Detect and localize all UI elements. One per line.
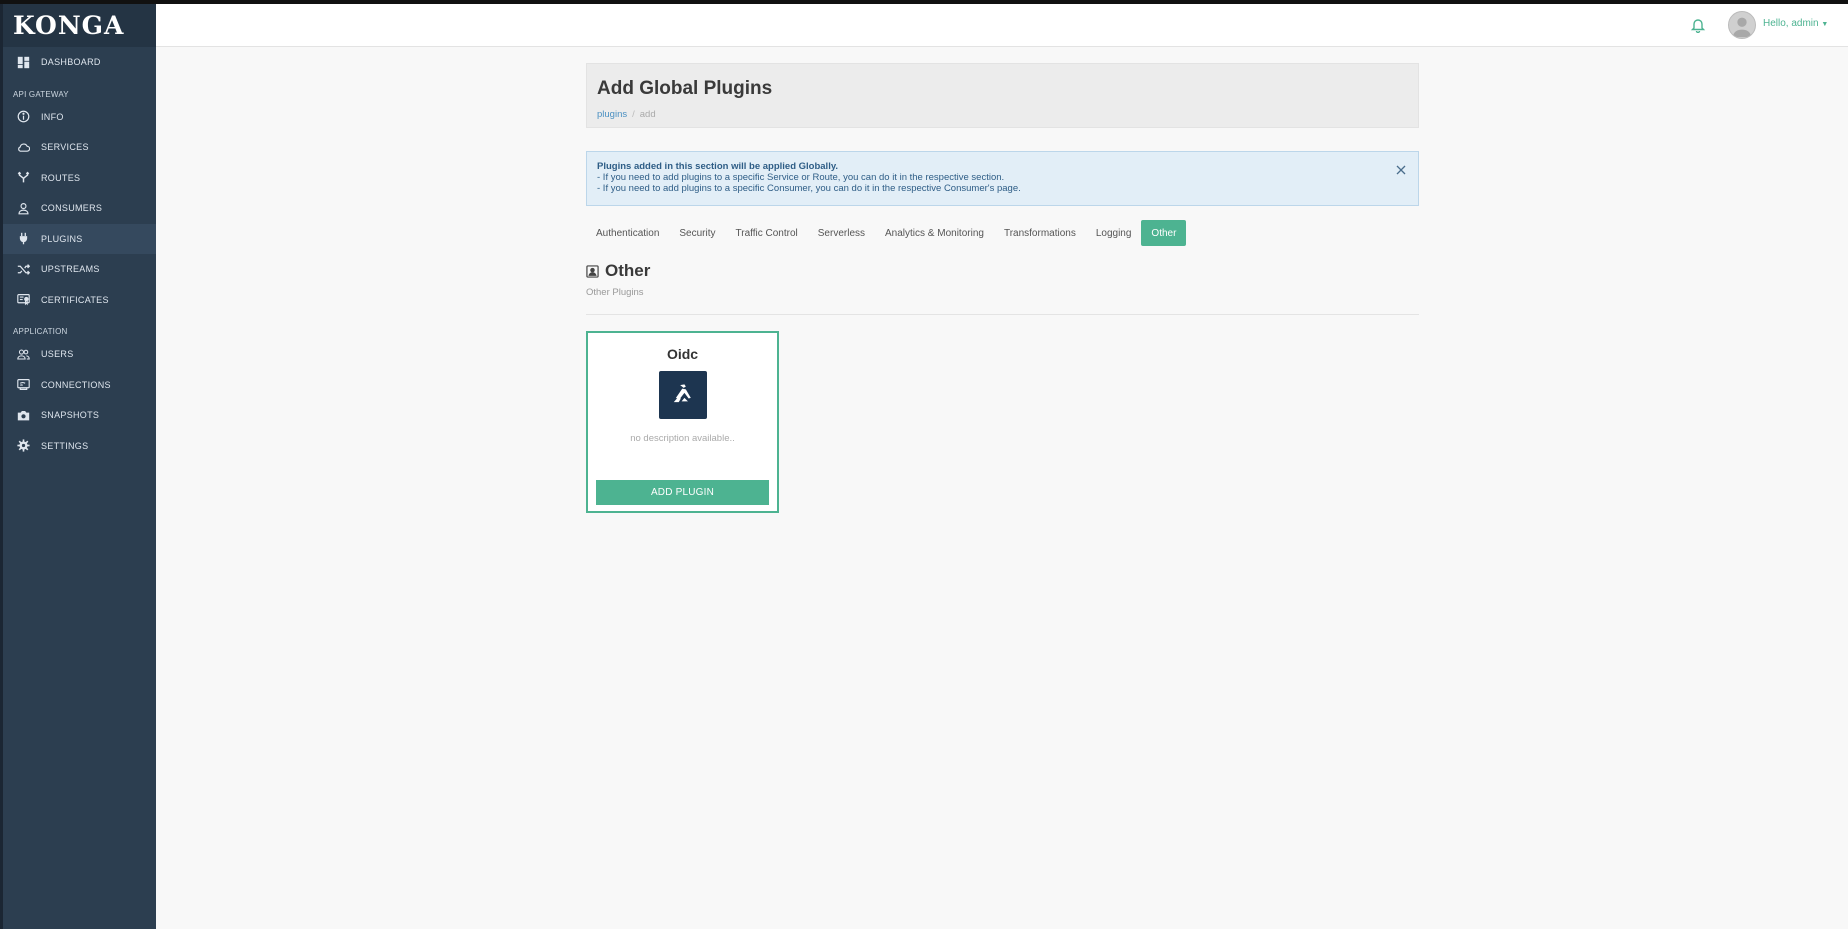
breadcrumb-link-plugins[interactable]: plugins bbox=[597, 109, 627, 120]
tab-serverless[interactable]: Serverless bbox=[808, 220, 875, 246]
page-header: Add Global Plugins plugins / add bbox=[586, 63, 1419, 128]
cloud-icon bbox=[15, 139, 31, 155]
sidebar-item-label: UPSTREAMS bbox=[41, 264, 100, 275]
contact-card-icon bbox=[586, 264, 599, 278]
alert-line: - If you need to add plugins to a specif… bbox=[597, 183, 1021, 194]
sidebar-section-api-gateway: API GATEWAY bbox=[13, 89, 69, 99]
camera-icon bbox=[15, 407, 31, 423]
page-title: Add Global Plugins bbox=[597, 78, 773, 99]
gear-icon bbox=[15, 438, 31, 454]
tab-other[interactable]: Other bbox=[1141, 220, 1187, 246]
sidebar-item-dashboard[interactable]: DASHBOARD bbox=[3, 47, 156, 78]
konga-logo[interactable]: KONGA bbox=[13, 11, 124, 40]
sidebar-item-routes[interactable]: ROUTES bbox=[3, 163, 156, 194]
plugin-name: Oidc bbox=[666, 346, 699, 362]
plugin-card: Oidc no description available.. ADD PLUG… bbox=[586, 331, 779, 513]
sidebar-item-certificates[interactable]: CERTIFICATES bbox=[3, 285, 156, 316]
sidebar-item-label: CONNECTIONS bbox=[41, 379, 111, 390]
sidebar-item-services[interactable]: SERVICES bbox=[3, 132, 156, 163]
sidebar-item-label: CERTIFICATES bbox=[41, 294, 109, 305]
divider bbox=[586, 314, 1419, 315]
sidebar-item-label: ROUTES bbox=[41, 172, 81, 183]
plugin-description: no description available.. bbox=[630, 433, 735, 444]
certificate-icon bbox=[15, 292, 31, 308]
info-alert: Plugins added in this section will be ap… bbox=[586, 151, 1419, 206]
section-heading: Other bbox=[586, 261, 650, 281]
user-icon bbox=[15, 200, 31, 216]
sidebar-item-label: CONSUMERS bbox=[41, 203, 103, 214]
kong-logo-icon bbox=[658, 371, 707, 419]
main-content: Add Global Plugins plugins / add Plugins a… bbox=[156, 47, 1848, 929]
alert-line: - If you need to add plugins to a specif… bbox=[597, 172, 1005, 183]
sidebar-item-connections[interactable]: CONNECTIONS bbox=[3, 370, 156, 401]
tab-logging[interactable]: Logging bbox=[1086, 220, 1142, 246]
breadcrumb-current: add bbox=[639, 109, 656, 120]
users-icon bbox=[15, 346, 31, 362]
info-icon bbox=[15, 109, 31, 125]
tab-traffic-control[interactable]: Traffic Control bbox=[726, 220, 808, 246]
user-menu-toggle[interactable]: Hello, admin ▼ bbox=[1763, 18, 1828, 29]
sidebar-item-label: USERS bbox=[41, 349, 74, 360]
add-plugin-button[interactable]: ADD PLUGIN bbox=[596, 480, 769, 505]
breadcrumb-separator: / bbox=[632, 109, 635, 120]
breadcrumb: plugins / add bbox=[597, 109, 1408, 120]
sidebar-item-label: SERVICES bbox=[41, 142, 89, 153]
sidebar-item-info[interactable]: INFO bbox=[3, 102, 156, 133]
close-icon[interactable] bbox=[1396, 165, 1406, 175]
sidebar-item-plugins[interactable]: PLUGINS bbox=[3, 223, 156, 254]
tab-security[interactable]: Security bbox=[669, 220, 725, 246]
alert-title: Plugins added in this section will be ap… bbox=[597, 161, 839, 172]
sidebar-item-label: INFO bbox=[41, 111, 64, 122]
dashboard-icon bbox=[15, 54, 31, 70]
shuffle-icon bbox=[15, 261, 31, 277]
connections-icon bbox=[15, 377, 31, 393]
greeting-text: Hello, admin bbox=[1763, 18, 1819, 29]
tab-authentication[interactable]: Authentication bbox=[586, 220, 669, 246]
tab-analytics-monitoring[interactable]: Analytics & Monitoring bbox=[875, 220, 994, 246]
sidebar-item-snapshots[interactable]: SNAPSHOTS bbox=[3, 400, 156, 431]
top-bar: Hello, admin ▼ bbox=[156, 4, 1848, 47]
routes-icon bbox=[15, 170, 31, 186]
plug-icon bbox=[15, 231, 31, 247]
sidebar-item-upstreams[interactable]: UPSTREAMS bbox=[3, 254, 156, 285]
section-subtitle: Other Plugins bbox=[586, 287, 644, 298]
sidebar-section-application: APPLICATION bbox=[13, 327, 68, 336]
sidebar-item-label: SNAPSHOTS bbox=[41, 410, 100, 421]
sidebar-item-users[interactable]: USERS bbox=[3, 339, 156, 370]
sidebar-item-consumers[interactable]: CONSUMERS bbox=[3, 193, 156, 224]
logo-bar: KONGA bbox=[3, 0, 156, 47]
bell-icon[interactable] bbox=[1690, 17, 1706, 34]
section-title: Other bbox=[605, 261, 651, 280]
caret-down-icon: ▼ bbox=[1821, 21, 1829, 28]
tab-transformations[interactable]: Transformations bbox=[994, 220, 1086, 246]
sidebar-item-label: DASHBOARD bbox=[41, 57, 101, 68]
plugin-category-tabs: Authentication Security Traffic Control … bbox=[586, 220, 1187, 246]
sidebar-item-settings[interactable]: SETTINGS bbox=[3, 431, 156, 462]
sidebar: KONGA DASHBOARD API GATEWAY INFO SERVICE… bbox=[0, 0, 156, 929]
sidebar-item-label: SETTINGS bbox=[41, 440, 89, 451]
sidebar-item-label: PLUGINS bbox=[41, 233, 83, 244]
window-top-strip bbox=[0, 0, 1848, 4]
avatar-icon[interactable] bbox=[1728, 11, 1756, 39]
